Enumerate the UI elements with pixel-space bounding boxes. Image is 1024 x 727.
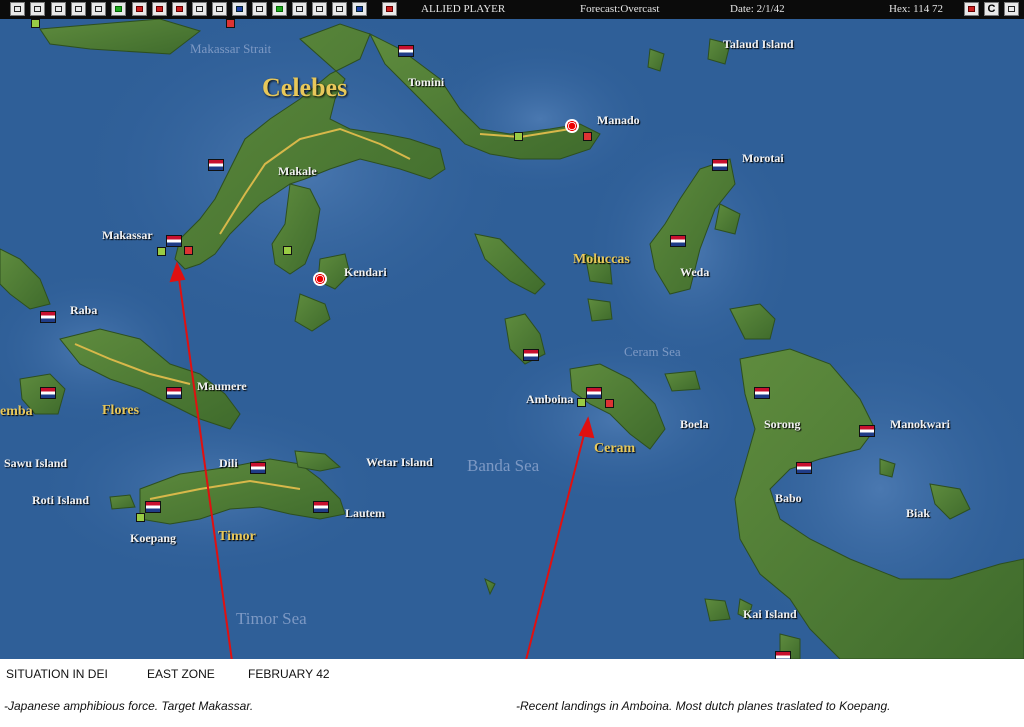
dutch-flag-icon[interactable] <box>586 387 602 399</box>
label-manado[interactable]: Manado <box>597 113 640 128</box>
japanese-flag-icon[interactable] <box>313 272 327 286</box>
toolbar-button-star[interactable] <box>111 2 126 16</box>
label-koepang[interactable]: Koepang <box>130 531 176 546</box>
toolbar-button-base[interactable] <box>192 2 207 16</box>
toolbar-button-info[interactable] <box>91 2 106 16</box>
dutch-flag-icon[interactable] <box>754 387 770 399</box>
label-kai[interactable]: Kai Island <box>743 607 797 622</box>
japanese-flag-icon[interactable] <box>565 119 579 133</box>
unit-marker-icon[interactable] <box>283 246 292 255</box>
top-toolbar: ALLIED PLAYER Forecast:Overcast Date: 2/… <box>0 0 1024 19</box>
hex-label: Hex: 114 72 <box>889 3 943 15</box>
flag-button[interactable] <box>964 2 979 16</box>
label-lautem[interactable]: Lautem <box>345 506 385 521</box>
label-talaud[interactable]: Talaud Island <box>723 37 794 52</box>
map-terrain <box>0 19 1024 659</box>
unit-marker-icon[interactable] <box>605 399 614 408</box>
toolbar-button-1[interactable] <box>10 2 25 16</box>
toolbar-button-flag[interactable] <box>172 2 187 16</box>
label-ceram-sea: Ceram Sea <box>624 344 681 359</box>
dutch-flag-icon[interactable] <box>775 651 791 659</box>
close-button[interactable] <box>1004 2 1019 16</box>
unit-marker-icon[interactable] <box>136 513 145 522</box>
toolbar-button-route[interactable] <box>212 2 227 16</box>
label-moluccas: Moluccas <box>573 252 630 267</box>
caption-note-left: -Japanese amphibious force. Target Makas… <box>4 699 254 713</box>
toolbar-button-op[interactable] <box>312 2 327 16</box>
toolbar-button-sub[interactable] <box>252 2 267 16</box>
unit-marker-icon[interactable] <box>577 398 586 407</box>
dutch-flag-icon[interactable] <box>208 159 224 171</box>
unit-marker-icon[interactable] <box>226 19 235 28</box>
label-babo[interactable]: Babo <box>775 491 802 506</box>
label-flores: Flores <box>102 403 140 418</box>
toolbar-button-list[interactable] <box>332 2 347 16</box>
label-timor: Timor <box>218 529 256 544</box>
dutch-flag-icon[interactable] <box>398 45 414 57</box>
label-weda[interactable]: Weda <box>680 265 709 280</box>
caption-month: FEBRUARY 42 <box>248 667 330 681</box>
label-ceram: Ceram <box>594 441 636 456</box>
dutch-flag-icon[interactable] <box>523 349 539 361</box>
caption-title: SITUATION IN DEI <box>6 667 108 681</box>
dutch-flag-icon[interactable] <box>166 235 182 247</box>
label-manokwari[interactable]: Manokwari <box>890 417 950 432</box>
dutch-flag-icon[interactable] <box>40 311 56 323</box>
dutch-flag-icon[interactable] <box>670 235 686 247</box>
label-amboina[interactable]: Amboina <box>526 392 573 407</box>
toolbar-button-3[interactable] <box>51 2 66 16</box>
toolbar-button-4[interactable] <box>71 2 86 16</box>
caption-note-right: -Recent landings in Amboina. Most dutch … <box>516 699 891 713</box>
end-turn-button[interactable] <box>382 2 397 16</box>
dutch-flag-icon[interactable] <box>313 501 329 513</box>
unit-marker-icon[interactable] <box>157 247 166 256</box>
unit-marker-icon[interactable] <box>583 132 592 141</box>
hex-map[interactable]: Makassar Strait Celebes Tomini Talaud Is… <box>0 19 1024 659</box>
forecast-label: Forecast:Overcast <box>580 3 660 15</box>
dutch-flag-icon[interactable] <box>40 387 56 399</box>
label-sawu[interactable]: Sawu Island <box>4 456 67 471</box>
dutch-flag-icon[interactable] <box>250 462 266 474</box>
label-celebes: Celebes <box>262 73 348 102</box>
label-maumere[interactable]: Maumere <box>197 379 247 394</box>
label-wetar[interactable]: Wetar Island <box>366 455 433 470</box>
label-tomini[interactable]: Tomini <box>408 75 444 90</box>
dutch-flag-icon[interactable] <box>859 425 875 437</box>
label-biak[interactable]: Biak <box>906 506 930 521</box>
label-boela[interactable]: Boela <box>680 417 709 432</box>
dutch-flag-icon[interactable] <box>796 462 812 474</box>
unit-marker-icon[interactable] <box>514 132 523 141</box>
caption-zone: EAST ZONE <box>147 667 215 681</box>
toolbar-button-2[interactable] <box>30 2 45 16</box>
toolbar-button-ship[interactable] <box>152 2 167 16</box>
label-roti[interactable]: Roti Island <box>32 493 89 508</box>
label-banda-sea: Banda Sea <box>467 456 540 475</box>
c-button[interactable]: C <box>984 2 999 16</box>
label-kendari[interactable]: Kendari <box>344 265 387 280</box>
toolbar-button-cloud[interactable] <box>352 2 367 16</box>
label-morotai[interactable]: Morotai <box>742 151 784 166</box>
unit-marker-icon[interactable] <box>31 19 40 28</box>
toolbar-button-color[interactable] <box>232 2 247 16</box>
label-makale[interactable]: Makale <box>278 164 317 179</box>
toolbar-button-hex[interactable] <box>292 2 307 16</box>
label-sorong[interactable]: Sorong <box>764 417 800 432</box>
toolbar-button-globe[interactable] <box>272 2 287 16</box>
label-raba[interactable]: Raba <box>70 303 97 318</box>
dutch-flag-icon[interactable] <box>166 387 182 399</box>
unit-marker-icon[interactable] <box>184 246 193 255</box>
toolbar-button-plane[interactable] <box>132 2 147 16</box>
date-label: Date: 2/1/42 <box>730 3 785 15</box>
label-timor-sea: Timor Sea <box>236 609 307 628</box>
dutch-flag-icon[interactable] <box>145 501 161 513</box>
caption-panel: SITUATION IN DEI EAST ZONE FEBRUARY 42 -… <box>0 659 1024 727</box>
player-label: ALLIED PLAYER <box>421 3 506 15</box>
label-makassar[interactable]: Makassar <box>102 228 153 243</box>
label-dili[interactable]: Dili <box>219 456 238 471</box>
label-sumba: embа <box>0 404 33 419</box>
label-makassar-strait: Makassar Strait <box>190 41 272 56</box>
dutch-flag-icon[interactable] <box>712 159 728 171</box>
